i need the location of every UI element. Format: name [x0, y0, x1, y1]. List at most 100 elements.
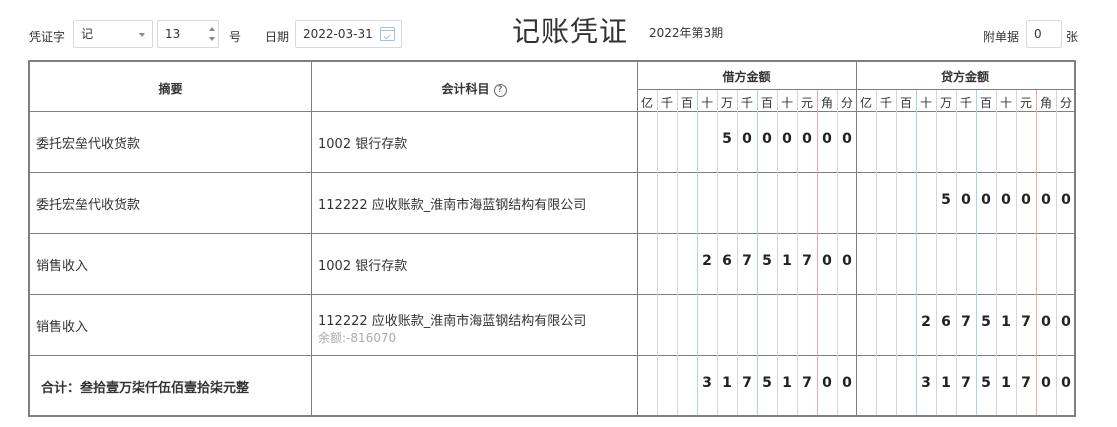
amount-digit: 1: [1001, 314, 1011, 330]
unit-label: 百: [899, 96, 912, 110]
amount-digit: 0: [822, 253, 832, 269]
amount-digit: 0: [1021, 192, 1031, 208]
account-cell[interactable]: 1002 银行存款: [318, 255, 407, 274]
amount-digit: 5: [762, 375, 772, 391]
amount-digit: 5: [981, 314, 991, 330]
debit-amount: 5000000: [717, 131, 857, 147]
unit-label: 百: [680, 96, 693, 110]
amount-digit: 0: [842, 253, 852, 269]
unit-label: 亿: [859, 96, 872, 110]
amount-digit: 0: [961, 192, 971, 208]
account-cell[interactable]: 112222 应收账款_淮南市海蓝钢结构有限公司: [318, 310, 586, 329]
account-column-header-label: 会计科目: [441, 82, 490, 96]
amount-digit: 0: [981, 192, 991, 208]
digit-divider: [677, 90, 678, 415]
amount-digit: 7: [802, 253, 812, 269]
row-divider: [30, 355, 1074, 356]
unit-label: 十: [919, 96, 932, 110]
amount-digit: 1: [782, 375, 792, 391]
digit-divider: [1056, 90, 1057, 415]
calendar-icon[interactable]: [380, 27, 395, 41]
amount-digit: 7: [742, 253, 752, 269]
unit-label: 千: [879, 96, 892, 110]
summary-column-header: 摘要: [158, 82, 183, 96]
voucher-number-value: 13: [165, 27, 181, 41]
increment-arrow-icon[interactable]: [209, 27, 215, 31]
amount-digit: 0: [1061, 314, 1071, 330]
unit-label: 千: [959, 96, 972, 110]
total-debit-amount: 31751700: [697, 375, 857, 391]
amount-digit: 0: [842, 131, 852, 147]
summary-cell[interactable]: 销售收入: [36, 316, 88, 335]
unit-label: 千: [740, 96, 753, 110]
amount-digit: 2: [702, 253, 712, 269]
amount-digit: 5: [941, 192, 951, 208]
debit-unit-row: 亿千百十万千百十元角分: [637, 94, 857, 111]
date-input[interactable]: 2022-03-31: [295, 20, 402, 48]
row-divider: [30, 111, 1074, 112]
unit-label: 角: [820, 96, 833, 110]
voucher-number-stepper[interactable]: 13: [157, 20, 219, 48]
summary-cell[interactable]: 委托宏垒代收货款: [36, 133, 140, 152]
amount-digit: 6: [941, 314, 951, 330]
unit-label: 亿: [640, 96, 653, 110]
digit-divider: [916, 90, 917, 415]
row-divider: [30, 172, 1074, 173]
date-label: 日期: [265, 30, 290, 44]
column-divider: [856, 62, 857, 415]
digit-divider: [1036, 90, 1037, 415]
credit-unit-row: 亿千百十万千百十元角分: [856, 94, 1076, 111]
chevron-down-icon: [139, 33, 145, 37]
unit-label: 百: [760, 96, 773, 110]
row-divider: [30, 233, 1074, 234]
column-divider: [311, 62, 312, 415]
digit-divider: [936, 90, 937, 415]
voucher-word-value: 记: [81, 27, 94, 41]
summary-cell[interactable]: 销售收入: [36, 255, 88, 274]
voucher-table: 摘要 会计科目? 借方金额 贷方金额 亿千百十万千百十元角分 亿千百十万千百十元…: [28, 60, 1076, 417]
period-label: 2022年第3期: [649, 26, 724, 40]
amount-digit: 0: [842, 375, 852, 391]
amount-digit: 0: [822, 131, 832, 147]
unit-label: 十: [780, 96, 793, 110]
amount-digit: 6: [722, 253, 732, 269]
unit-label: 百: [979, 96, 992, 110]
amount-digit: 0: [1061, 375, 1071, 391]
debit-column-header: 借方金额: [722, 70, 771, 84]
unit-label: 十: [999, 96, 1012, 110]
unit-label: 十: [700, 96, 713, 110]
summary-cell[interactable]: 委托宏垒代收货款: [36, 194, 140, 213]
debit-amount: 26751700: [697, 253, 857, 269]
amount-digit: 7: [1021, 314, 1031, 330]
balance-hint: 余额:-816070: [318, 331, 397, 345]
amount-digit: 0: [1041, 314, 1051, 330]
amount-digit: 0: [822, 375, 832, 391]
voucher-word-select[interactable]: 记: [73, 20, 153, 48]
amount-digit: 1: [941, 375, 951, 391]
number-suffix-label: 号: [229, 30, 242, 44]
attachments-unit-label: 张: [1066, 30, 1079, 44]
account-cell[interactable]: 112222 应收账款_淮南市海蓝钢结构有限公司: [318, 194, 586, 213]
amount-digit: 0: [1001, 192, 1011, 208]
amount-digit: 1: [782, 253, 792, 269]
account-cell[interactable]: 1002 银行存款: [318, 133, 407, 152]
help-icon[interactable]: ?: [493, 84, 507, 97]
unit-label: 元: [1019, 96, 1032, 110]
decrement-arrow-icon[interactable]: [209, 37, 215, 41]
digit-divider: [876, 90, 877, 415]
amount-digit: 1: [1001, 375, 1011, 391]
unit-label: 元: [800, 96, 813, 110]
unit-label: 分: [840, 96, 853, 110]
amount-digit: 7: [742, 375, 752, 391]
unit-label: 万: [720, 96, 733, 110]
attachments-input[interactable]: 0: [1026, 20, 1062, 48]
amount-digit: 3: [702, 375, 712, 391]
digit-divider: [1016, 90, 1017, 415]
digit-divider: [896, 90, 897, 415]
amount-digit: 0: [1061, 192, 1071, 208]
amount-digit: 7: [1021, 375, 1031, 391]
digit-divider: [956, 90, 957, 415]
amount-digit: 0: [802, 131, 812, 147]
amount-digit: 5: [722, 131, 732, 147]
amount-digit: 0: [1041, 375, 1051, 391]
